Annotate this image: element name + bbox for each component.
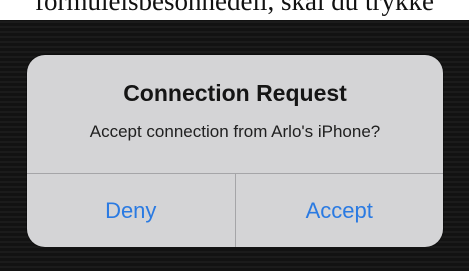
top-caption-strip: formuleisbesonnedell, skal du trykke (0, 0, 469, 20)
alert-actions: Deny Accept (27, 173, 443, 247)
alert-message: Accept connection from Arlo's iPhone? (89, 122, 381, 141)
alert-title: Connection Request (123, 80, 347, 106)
top-caption-text: formuleisbesonnedell, skal du trykke (35, 0, 434, 16)
connection-request-alert: Connection Request Accept connection fro… (27, 55, 443, 247)
deny-button[interactable]: Deny (27, 174, 235, 247)
accept-button[interactable]: Accept (234, 174, 444, 247)
